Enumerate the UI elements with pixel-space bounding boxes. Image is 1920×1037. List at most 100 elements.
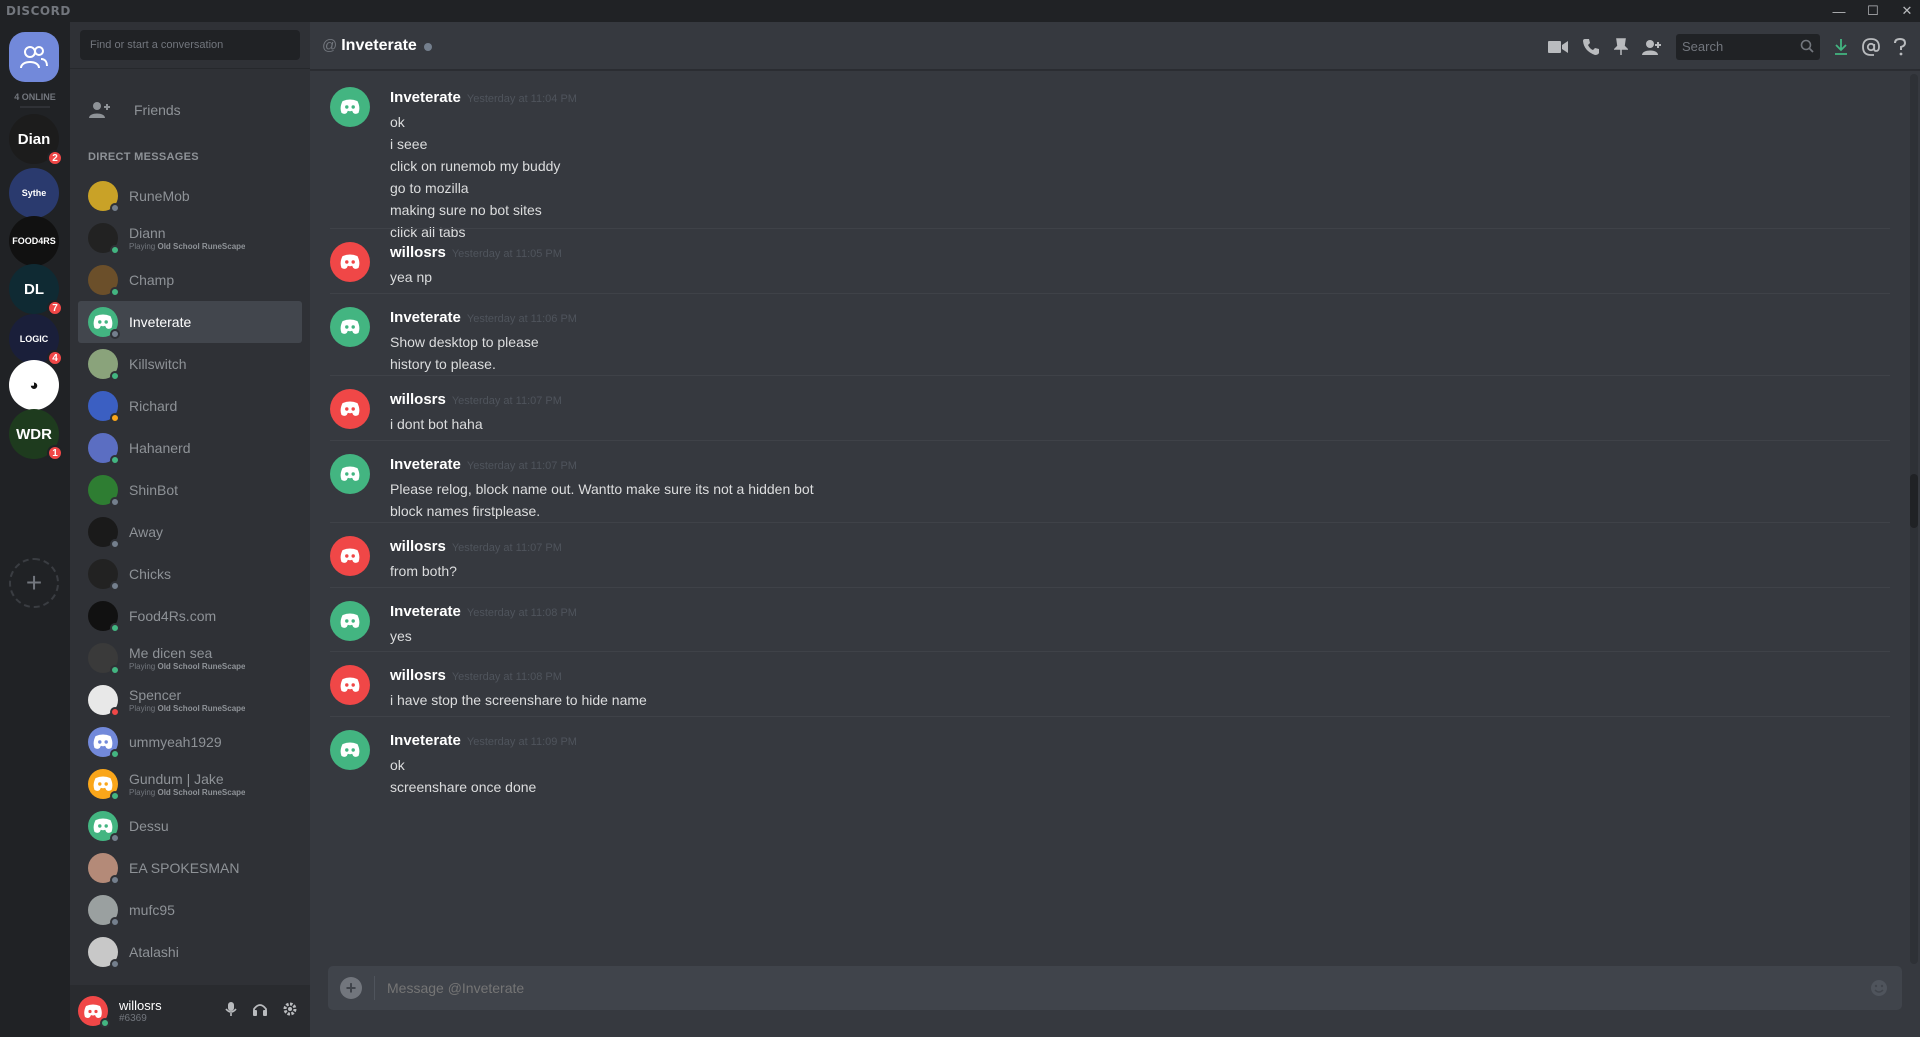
dm-avatar: [88, 349, 120, 381]
message-text: i have stop the screenshare to hide name: [390, 692, 647, 708]
chat-header: @ Inveterate Search: [310, 22, 1920, 70]
dm-item[interactable]: Hahanerd: [78, 427, 302, 469]
add-friend-to-dm-icon[interactable]: [1642, 39, 1662, 55]
dm-item[interactable]: Killswitch: [78, 343, 302, 385]
server-icon[interactable]: DL 7: [9, 264, 63, 316]
message-author[interactable]: Inveterate: [390, 456, 461, 473]
server-list: 4 ONLINE Dian 2 Sythe FOOD4RS DL 7 LOGIC 4 ◕ WDR 1…: [0, 22, 70, 1037]
upload-plus-icon[interactable]: +: [340, 977, 362, 999]
dm-item[interactable]: ummyeah1929: [78, 721, 302, 763]
dm-item[interactable]: Champ: [78, 259, 302, 301]
message-author[interactable]: Inveterate: [390, 309, 461, 326]
dm-item[interactable]: Me dicen sea Playing Old School RuneScape: [78, 637, 302, 679]
message-author[interactable]: Inveterate: [390, 603, 461, 620]
message-timestamp: Yesterday at 11:08 PM: [451, 671, 562, 683]
microphone-icon[interactable]: [224, 1001, 238, 1017]
message-avatar[interactable]: [330, 307, 370, 347]
server-icon[interactable]: ◕: [9, 360, 59, 410]
help-icon[interactable]: [1894, 38, 1906, 56]
dm-item[interactable]: Away: [78, 511, 302, 553]
message-search-input[interactable]: Search: [1676, 34, 1820, 60]
message-list[interactable]: Inveterate Yesterday at 11:04 PM ok i seee c…: [310, 71, 1908, 964]
message-avatar[interactable]: [330, 665, 370, 705]
server-icon[interactable]: LOGIC 4: [9, 314, 63, 366]
message-avatar[interactable]: [330, 389, 370, 429]
conversation-search[interactable]: Find or start a conversation: [80, 30, 300, 60]
dm-avatar: [88, 853, 120, 885]
dm-avatar: [88, 223, 120, 255]
presence-status-indicator: [110, 497, 120, 507]
dm-item[interactable]: Inveterate: [78, 301, 302, 343]
add-server-button[interactable]: +: [9, 558, 59, 608]
home-button[interactable]: [9, 32, 59, 82]
message-timestamp: Yesterday at 11:07 PM: [451, 395, 562, 407]
message-scrollbar[interactable]: [1910, 74, 1918, 964]
dm-item[interactable]: Chicks: [78, 553, 302, 595]
message-input[interactable]: [387, 980, 1870, 996]
headphones-icon[interactable]: [252, 1001, 268, 1017]
message-avatar[interactable]: [330, 536, 370, 576]
dm-avatar: [88, 811, 120, 843]
dm-name: Food4Rs.com: [129, 608, 217, 624]
user-controls: [224, 1001, 298, 1017]
maximize-icon[interactable]: ☐: [1866, 3, 1880, 19]
message-author[interactable]: willosrs: [390, 244, 446, 261]
dm-item[interactable]: Atalashi: [78, 931, 302, 973]
activity-game: Old School RuneScape: [157, 662, 246, 671]
dm-item[interactable]: Dessu: [78, 805, 302, 847]
discord-logo-icon: [93, 818, 113, 833]
scrollbar-thumb[interactable]: [1910, 474, 1918, 528]
presence-status-indicator: [110, 665, 120, 675]
dm-item[interactable]: EA SPOKESMAN: [78, 847, 302, 889]
message-text: yea np: [390, 269, 433, 285]
message-avatar[interactable]: [330, 454, 370, 494]
dm-name: Killswitch: [129, 356, 187, 372]
discord-logo-icon: [93, 776, 113, 791]
dm-item[interactable]: Spencer Playing Old School RuneScape: [78, 679, 302, 721]
mentions-icon[interactable]: [1862, 38, 1880, 56]
server-separator: [20, 106, 50, 108]
video-call-icon[interactable]: [1548, 40, 1568, 54]
dm-item[interactable]: mufc95: [78, 889, 302, 931]
message-divider: [330, 440, 1890, 441]
dm-avatar: [88, 475, 120, 507]
message-avatar[interactable]: [330, 601, 370, 641]
pin-icon[interactable]: [1614, 38, 1628, 56]
message-author[interactable]: willosrs: [390, 391, 446, 408]
server-icon[interactable]: FOOD4RS: [9, 216, 59, 266]
message-avatar[interactable]: [330, 730, 370, 770]
user-avatar[interactable]: [78, 996, 110, 1028]
message-author[interactable]: Inveterate: [390, 732, 461, 749]
server-initials: Sythe: [21, 188, 47, 198]
server-icon[interactable]: Sythe: [9, 168, 59, 218]
settings-gear-icon[interactable]: [282, 1001, 298, 1017]
dm-item[interactable]: Gundum | Jake Playing Old School RuneScap…: [78, 763, 302, 805]
search-placeholder: Search: [1682, 39, 1724, 54]
friends-link[interactable]: Friends: [78, 92, 302, 128]
server-icon[interactable]: WDR 1: [9, 409, 63, 461]
dm-name: ShinBot: [129, 482, 179, 498]
message-author[interactable]: Inveterate: [390, 89, 461, 106]
discord-logo-icon: [340, 254, 360, 269]
download-icon[interactable]: [1834, 38, 1848, 56]
voice-call-icon[interactable]: [1582, 38, 1600, 56]
message-author[interactable]: willosrs: [390, 538, 446, 555]
dm-item[interactable]: RuneMob: [78, 175, 302, 217]
message-text: block names firstplease.: [390, 503, 541, 519]
message-avatar[interactable]: [330, 242, 370, 282]
minimize-icon[interactable]: —: [1832, 4, 1846, 19]
dm-avatar: [88, 307, 120, 339]
message-author[interactable]: willosrs: [390, 667, 446, 684]
dm-name: Spencer: [129, 687, 182, 703]
message-avatar[interactable]: [330, 87, 370, 127]
dm-item[interactable]: Food4Rs.com: [78, 595, 302, 637]
dm-item[interactable]: Diann Playing Old School RuneScape: [78, 217, 302, 259]
dm-activity: Playing Old School RuneScape: [129, 242, 245, 251]
dm-item[interactable]: Richard: [78, 385, 302, 427]
close-icon[interactable]: ✕: [1900, 3, 1914, 19]
dm-item[interactable]: ShinBot: [78, 469, 302, 511]
server-icon[interactable]: Dian 2: [9, 114, 63, 166]
emoji-picker-icon[interactable]: [1870, 979, 1888, 997]
message-text: ok: [390, 757, 405, 773]
presence-status-indicator: [110, 749, 120, 759]
